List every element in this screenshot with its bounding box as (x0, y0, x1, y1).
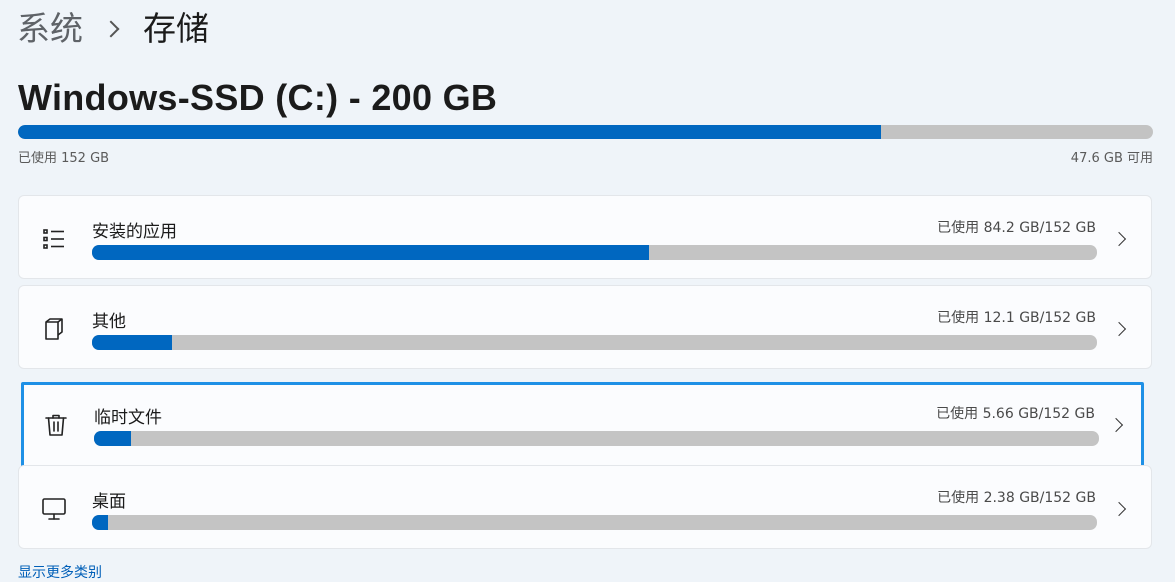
drive-title: Windows-SSD (C:) - 200 GB (18, 77, 498, 118)
category-usage-fill (92, 245, 649, 260)
page-title: 存储 (143, 9, 209, 48)
category-desktop[interactable]: 桌面 已使用 2.38 GB/152 GB (18, 465, 1152, 549)
show-more-categories-link[interactable]: 显示更多类别 (18, 562, 102, 582)
category-usage: 已使用 12.1 GB/152 GB (937, 310, 1096, 326)
trash-icon (43, 412, 69, 438)
app-list-icon (41, 226, 67, 252)
breadcrumb-parent-system[interactable]: 系统 (17, 7, 83, 51)
drive-free-label: 47.6 GB 可用 (1070, 151, 1153, 166)
breadcrumb-chevron-icon (102, 20, 120, 38)
chevron-right-icon (1111, 321, 1127, 337)
category-label: 临时文件 (94, 408, 162, 428)
breadcrumb: 系统 存储 (17, 6, 209, 52)
category-usage-fill (94, 431, 132, 446)
category-usage: 已使用 84.2 GB/152 GB (937, 220, 1096, 236)
monitor-icon (41, 496, 67, 522)
chevron-right-icon (1108, 417, 1124, 433)
chevron-right-icon (1111, 231, 1127, 247)
category-usage-bar (92, 245, 1097, 260)
category-usage-bar (94, 431, 1099, 446)
other-files-icon (41, 316, 67, 342)
drive-usage-bar (18, 125, 1153, 139)
chevron-right-icon (1111, 501, 1127, 517)
category-usage-fill (92, 335, 173, 350)
category-usage-fill (92, 515, 109, 530)
category-usage-bar (92, 515, 1097, 530)
category-other[interactable]: 其他 已使用 12.1 GB/152 GB (18, 285, 1152, 369)
category-label: 桌面 (92, 492, 126, 512)
drive-usage-fill (18, 125, 881, 139)
category-installed-apps[interactable]: 安装的应用 已使用 84.2 GB/152 GB (18, 195, 1152, 279)
category-temp-files[interactable]: 临时文件 已使用 5.66 GB/152 GB (21, 382, 1144, 470)
category-usage-bar (92, 335, 1097, 350)
category-usage: 已使用 5.66 GB/152 GB (936, 406, 1095, 422)
drive-used-label: 已使用 152 GB (18, 151, 110, 166)
category-label: 其他 (92, 312, 126, 332)
category-label: 安装的应用 (92, 222, 177, 242)
category-usage: 已使用 2.38 GB/152 GB (937, 490, 1096, 506)
